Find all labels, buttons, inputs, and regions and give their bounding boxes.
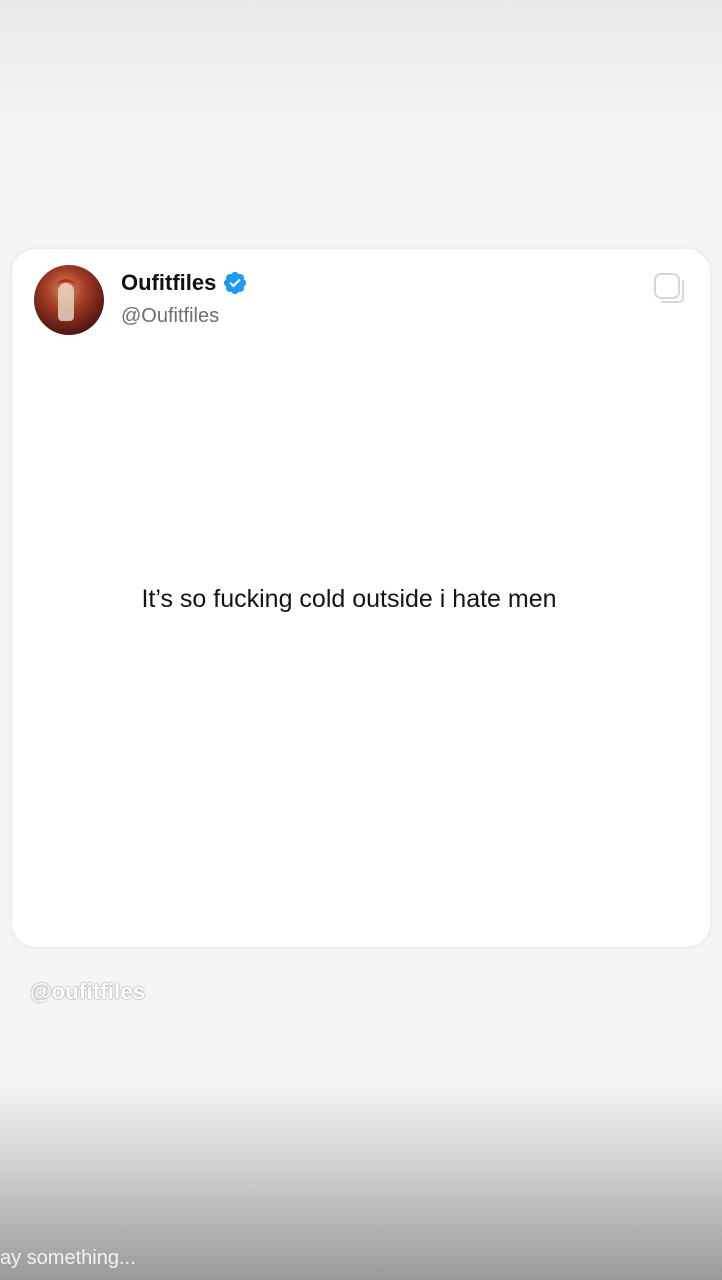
- avatar[interactable]: [34, 265, 104, 335]
- copy-icon[interactable]: [652, 271, 688, 307]
- author-row: Oufitfiles: [121, 269, 248, 297]
- post-card[interactable]: Oufitfiles @Oufitfiles It’s so fucking c…: [12, 249, 710, 947]
- watermark-username: @oufitfiles: [30, 979, 146, 1004]
- post-text: It’s so fucking cold outside i hate men: [141, 585, 557, 613]
- handle[interactable]: @Oufitfiles: [121, 303, 219, 329]
- display-name[interactable]: Oufitfiles: [121, 269, 216, 297]
- avatar-detail-figure: [58, 283, 74, 321]
- verified-badge-icon: [224, 271, 247, 295]
- top-gradient: [0, 0, 722, 140]
- reply-input[interactable]: ay something...: [0, 1245, 136, 1271]
